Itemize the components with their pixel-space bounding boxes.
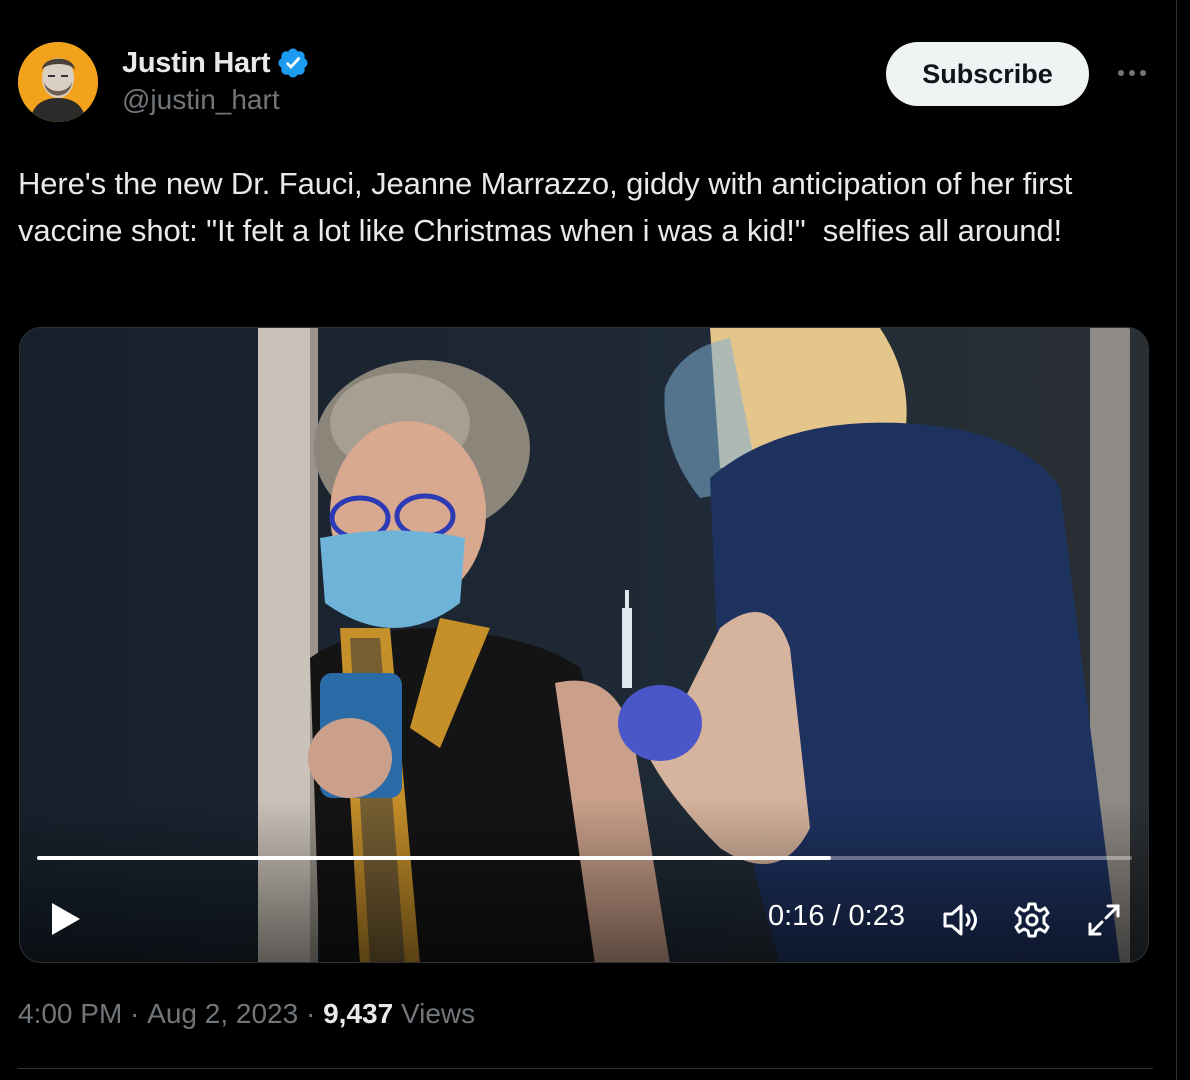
video-duration: 0:23 bbox=[848, 900, 905, 932]
subscribe-button[interactable]: Subscribe bbox=[886, 42, 1089, 106]
video-time: 0:16 / 0:23 bbox=[768, 900, 905, 933]
divider bbox=[18, 1068, 1153, 1069]
tweet-time[interactable]: 4:00 PM bbox=[18, 998, 122, 1030]
more-options-button[interactable] bbox=[1112, 56, 1152, 90]
meta-separator-dot: · bbox=[122, 998, 148, 1029]
video-current-time: 0:16 bbox=[768, 900, 825, 932]
avatar[interactable] bbox=[18, 42, 98, 122]
verified-badge-icon[interactable] bbox=[276, 46, 310, 80]
video-progress-fill bbox=[37, 856, 831, 860]
column-border bbox=[1176, 0, 1177, 1080]
video-player[interactable]: 0:16 / 0:23 bbox=[19, 327, 1149, 963]
author-name-row: Justin Hart bbox=[122, 44, 310, 82]
tweet-text: Here's the new Dr. Fauci, Jeanne Marrazz… bbox=[18, 166, 1081, 248]
tweet-date[interactable]: Aug 2, 2023 bbox=[147, 998, 298, 1030]
video-frame bbox=[20, 328, 1148, 962]
author-display-name[interactable]: Justin Hart bbox=[122, 47, 270, 80]
tweet-meta: 4:00 PM · Aug 2, 2023 · 9,437 Views bbox=[18, 998, 475, 1030]
avatar-portrait bbox=[18, 42, 98, 122]
video-time-separator: / bbox=[832, 900, 841, 932]
views-count[interactable]: 9,437 bbox=[323, 998, 393, 1030]
gear-icon[interactable] bbox=[1012, 900, 1052, 940]
author-handle[interactable]: @justin_hart bbox=[122, 84, 280, 116]
expand-icon[interactable] bbox=[1084, 900, 1124, 940]
meta-separator-dot: · bbox=[298, 998, 324, 1029]
views-label: Views bbox=[393, 998, 476, 1029]
more-horizontal-icon bbox=[1118, 70, 1146, 76]
video-progress-bar[interactable] bbox=[37, 856, 1132, 860]
volume-icon[interactable] bbox=[940, 900, 980, 940]
play-icon[interactable] bbox=[48, 900, 84, 938]
